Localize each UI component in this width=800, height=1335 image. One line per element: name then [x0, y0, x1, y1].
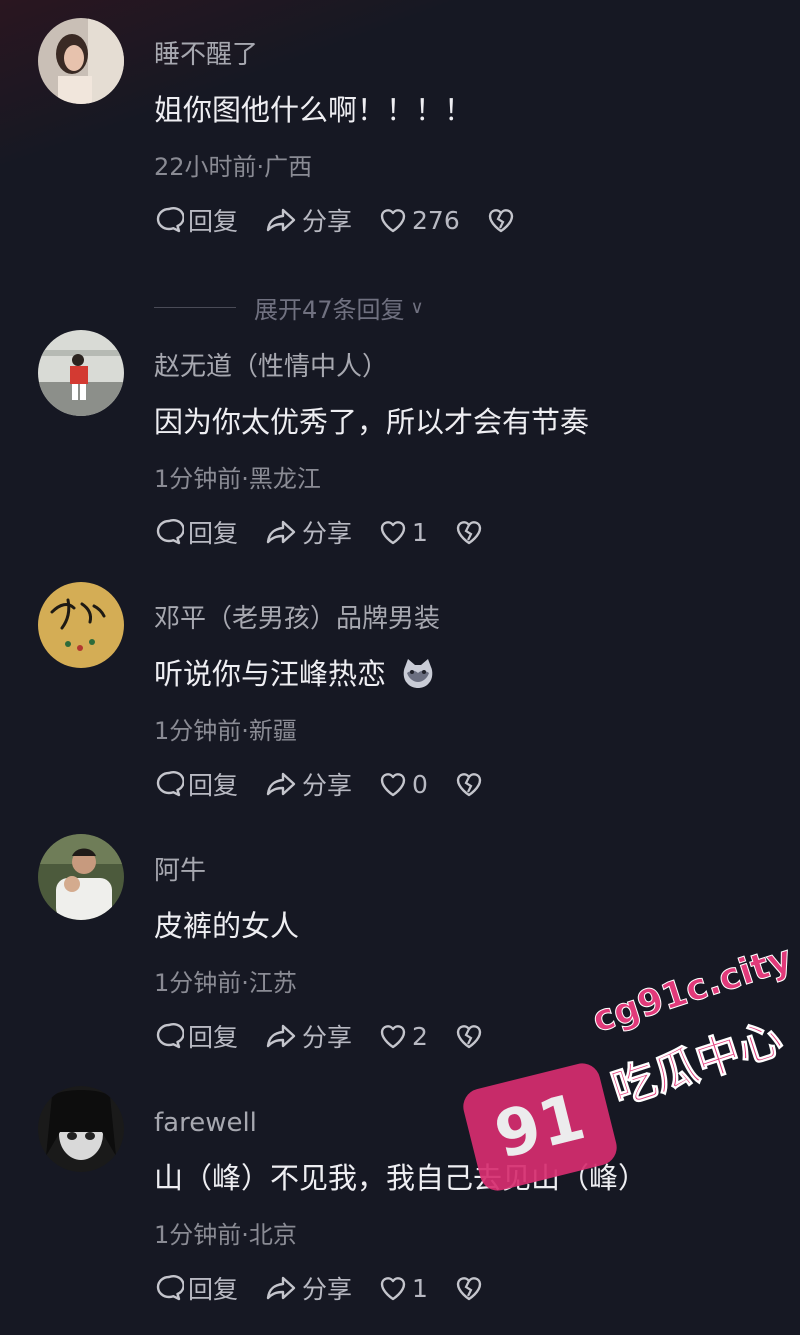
dislike-button[interactable]: [454, 517, 484, 547]
reply-label: 回复: [188, 771, 239, 800]
broken-heart-icon: [456, 521, 482, 545]
reply-label: 回复: [188, 1023, 239, 1052]
broken-heart-icon: [456, 773, 482, 797]
like-count: 1: [412, 517, 428, 547]
share-label: 分享: [302, 1023, 353, 1052]
avatar[interactable]: [38, 18, 124, 104]
share-arrow-icon: [266, 1024, 296, 1048]
comment-actions: 回复 分享 1: [154, 1268, 510, 1308]
divider-line: [154, 307, 236, 308]
avatar[interactable]: [38, 1086, 124, 1172]
comment-meta: 22小时前·广西: [154, 153, 313, 181]
broken-heart-icon: [456, 1277, 482, 1301]
share-button[interactable]: 分享: [264, 202, 352, 238]
expand-replies-button[interactable]: 展开47条回复 ∨: [154, 290, 424, 325]
reply-button[interactable]: 回复: [154, 202, 238, 238]
comment-meta: 1分钟前·黑龙江: [154, 465, 321, 493]
dislike-button[interactable]: [454, 1273, 484, 1303]
comment-actions: 回复 分享 1: [154, 512, 510, 552]
reply-button[interactable]: 回复: [154, 514, 238, 550]
username[interactable]: 邓平（老男孩）品牌男装: [154, 602, 440, 636]
comment-meta: 1分钟前·北京: [154, 1221, 297, 1249]
like-count: 0: [412, 769, 428, 799]
comment-actions: 回复 分享 276: [154, 200, 542, 240]
dislike-button[interactable]: [486, 205, 516, 235]
heart-icon: [380, 521, 406, 545]
share-button[interactable]: 分享: [264, 1270, 352, 1306]
comment-text: 因为你太优秀了，所以才会有节奏: [154, 405, 590, 439]
dislike-button[interactable]: [454, 769, 484, 799]
username[interactable]: 睡不醒了: [154, 38, 258, 72]
comment-text: 皮裤的女人: [154, 909, 300, 943]
share-button[interactable]: 分享: [264, 766, 352, 802]
watermark: 91 cg91c.city 吃瓜中心: [459, 938, 800, 1205]
share-arrow-icon: [266, 208, 296, 232]
heart-icon: [380, 1025, 406, 1049]
chat-bubble-icon: [156, 770, 184, 797]
reply-button[interactable]: 回复: [154, 766, 238, 802]
watermark-badge: 91: [459, 1059, 621, 1195]
chat-bubble-icon: [156, 518, 184, 545]
comment-text-content: 听说你与汪峰热恋: [154, 657, 387, 691]
like-button[interactable]: 276: [378, 205, 460, 235]
avatar[interactable]: [38, 330, 124, 416]
comment-text: 姐你图他什么啊！！！！: [154, 93, 474, 127]
share-label: 分享: [302, 207, 353, 236]
cat-face-emoji: [403, 659, 433, 688]
share-button[interactable]: 分享: [264, 514, 352, 550]
reply-button[interactable]: 回复: [154, 1018, 238, 1054]
chat-bubble-icon: [156, 1274, 184, 1301]
reply-label: 回复: [188, 1275, 239, 1304]
broken-heart-icon: [488, 209, 513, 233]
share-label: 分享: [302, 771, 353, 800]
chevron-down-icon: ∨: [410, 297, 424, 318]
like-button[interactable]: 0: [378, 769, 428, 799]
avatar[interactable]: [38, 834, 124, 920]
heart-icon: [380, 773, 406, 797]
comment-meta: 1分钟前·新疆: [154, 717, 297, 745]
expand-replies-label: 展开47条回复: [254, 296, 405, 324]
share-arrow-icon: [266, 1276, 296, 1300]
like-button[interactable]: 1: [378, 517, 428, 547]
like-count: 2: [412, 1021, 428, 1051]
username[interactable]: farewell: [154, 1106, 257, 1140]
share-button[interactable]: 分享: [264, 1018, 352, 1054]
reply-button[interactable]: 回复: [154, 1270, 238, 1306]
like-count: 1: [412, 1273, 428, 1303]
like-button[interactable]: 2: [378, 1021, 428, 1051]
avatar[interactable]: [38, 582, 124, 668]
reply-label: 回复: [188, 207, 239, 236]
share-label: 分享: [302, 1275, 353, 1304]
like-count: 276: [412, 205, 460, 235]
chat-bubble-icon: [156, 206, 184, 233]
share-label: 分享: [302, 519, 353, 548]
heart-icon: [380, 209, 406, 233]
comment-actions: 回复 分享 2: [154, 1016, 510, 1056]
comment-actions: 回复 分享 0: [154, 764, 510, 804]
comment-text: 听说你与汪峰热恋: [154, 654, 435, 694]
reply-label: 回复: [188, 519, 239, 548]
heart-icon: [380, 1277, 406, 1301]
comment-meta: 1分钟前·江苏: [154, 969, 297, 997]
username[interactable]: 阿牛: [154, 854, 206, 888]
share-arrow-icon: [266, 772, 296, 796]
comment-list-screen: 睡不醒了 姐你图他什么啊！！！！ 22小时前·广西 回复 分享 276 展开47…: [0, 0, 800, 1335]
username[interactable]: 赵无道（性情中人）: [154, 350, 388, 384]
like-button[interactable]: 1: [378, 1273, 428, 1303]
chat-bubble-icon: [156, 1022, 184, 1049]
share-arrow-icon: [266, 520, 296, 544]
